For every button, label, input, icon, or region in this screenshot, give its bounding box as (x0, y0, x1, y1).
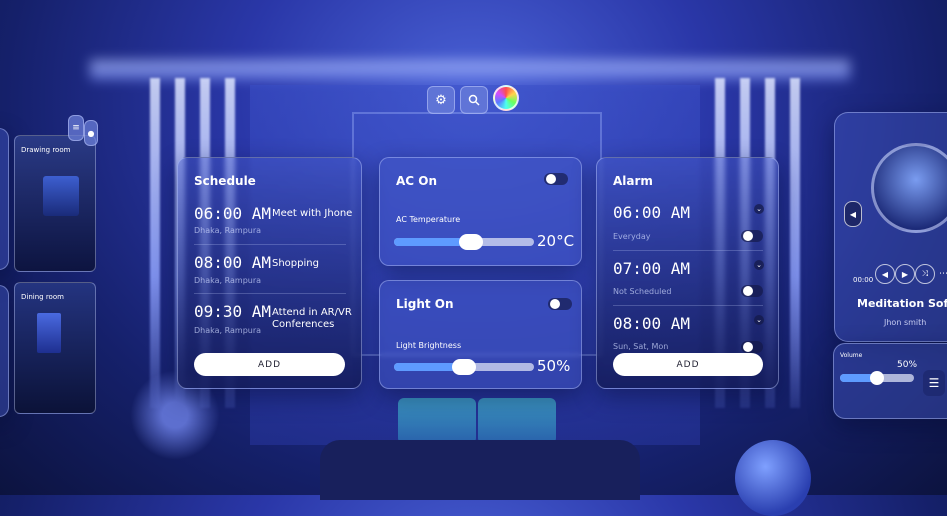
room-thumbnail[interactable]: Dining room (14, 282, 96, 414)
alarm-repeat: Not Scheduled (613, 287, 672, 296)
thumbnail-window (43, 176, 79, 216)
decor-sphere (735, 440, 811, 516)
track-title: Meditation Soft Music (857, 297, 947, 310)
schedule-time: 06:00 AM (194, 204, 272, 223)
divider (613, 250, 763, 251)
alarm-repeat: Sun, Sat, Mon (613, 342, 669, 351)
music-player-panel: ◀ 00:00 ◀ ▶ ⤨ ⋯ Meditation Soft Music Jh… (834, 112, 947, 342)
chevron-down-icon[interactable]: ⌄ (754, 315, 764, 325)
alarm-panel: Alarm 06:00 AM ⌄ Everyday 07:00 AM ⌄ Not… (596, 157, 779, 389)
volume-panel: Volume 50% ☰ (833, 343, 947, 419)
alarm-title: Alarm (613, 174, 653, 188)
play-icon[interactable]: ▶ (895, 264, 915, 284)
slider-knob[interactable] (459, 234, 483, 250)
album-art (871, 143, 947, 233)
divider (194, 244, 346, 245)
slider-knob[interactable] (870, 371, 884, 385)
color-wheel-icon[interactable] (493, 85, 519, 111)
more-icon[interactable]: ⋯ (939, 269, 947, 279)
settings-button[interactable]: ⚙ (427, 86, 455, 114)
previous-arrow-icon[interactable]: ◀ (844, 201, 862, 227)
left-edge-panel (0, 128, 9, 270)
light-title: Light On (396, 297, 454, 311)
alarm-time: 06:00 AM (613, 203, 691, 222)
alarm-toggle[interactable] (741, 341, 763, 353)
light-panel: Light On Light Brightness 50% (379, 280, 582, 389)
light-column (150, 78, 160, 408)
ac-value: 20°C (537, 232, 575, 250)
volume-slider[interactable] (840, 371, 914, 385)
alarm-time: 08:00 AM (613, 314, 691, 333)
light-value: 50% (537, 357, 571, 375)
light-brightness-slider[interactable] (394, 359, 534, 375)
chevron-down-icon[interactable]: ⌄ (754, 204, 764, 214)
ac-panel: AC On AC Temperature 20°C (379, 157, 582, 266)
dot-icon: ● (87, 128, 95, 138)
schedule-location: Dhaka, Rampura (194, 226, 262, 235)
rewind-icon[interactable]: ◀ (875, 264, 895, 284)
light-slider-label: Light Brightness (396, 341, 462, 350)
schedule-event: Meet with Jhone (272, 208, 353, 219)
alarm-time: 07:00 AM (613, 259, 691, 278)
search-button[interactable] (460, 86, 488, 114)
schedule-add-button[interactable]: ADD (194, 353, 345, 376)
light-column (790, 78, 800, 408)
divider (613, 305, 763, 306)
schedule-time: 08:00 AM (194, 253, 272, 272)
schedule-time: 09:30 AM (194, 302, 272, 321)
room-label: Dining room (21, 293, 64, 301)
pillow (398, 398, 476, 444)
alarm-repeat: Everyday (613, 232, 651, 241)
gear-icon: ⚙ (435, 92, 447, 108)
thumbnail-window (37, 313, 61, 353)
divider (194, 293, 346, 294)
room-label: Drawing room (21, 146, 71, 154)
schedule-location: Dhaka, Rampura (194, 276, 262, 285)
schedule-panel: Schedule 06:00 AM Dhaka, Rampura Meet wi… (177, 157, 362, 389)
menu-button[interactable]: ≡ (68, 115, 84, 141)
alarm-add-button[interactable]: ADD (613, 353, 763, 376)
schedule-title: Schedule (194, 174, 256, 188)
bed (320, 440, 640, 500)
schedule-event: Attend in AR/VR Conferences (272, 307, 352, 330)
search-icon (468, 94, 480, 106)
ac-toggle[interactable] (544, 173, 568, 185)
playlist-button[interactable]: ☰ (923, 370, 945, 396)
schedule-event: Shopping (272, 258, 319, 269)
light-toggle[interactable] (548, 298, 572, 310)
menu-icon: ≡ (72, 123, 80, 133)
ac-slider-label: AC Temperature (396, 215, 461, 224)
alarm-toggle[interactable] (741, 285, 763, 297)
volume-label: Volume (840, 352, 863, 359)
chevron-down-icon[interactable]: ⌄ (754, 260, 764, 270)
pillow (478, 398, 556, 444)
alarm-toggle[interactable] (741, 230, 763, 242)
slider-knob[interactable] (452, 359, 476, 375)
more-button[interactable]: ● (84, 120, 98, 146)
ceiling-light (90, 60, 850, 80)
volume-value: 50% (897, 360, 918, 370)
schedule-location: Dhaka, Rampura (194, 326, 262, 335)
shuffle-icon[interactable]: ⤨ (915, 264, 935, 284)
room-thumbnail[interactable]: Drawing room (14, 135, 96, 272)
ac-temperature-slider[interactable] (394, 234, 534, 250)
track-elapsed: 00:00 (853, 276, 874, 284)
ac-title: AC On (396, 174, 438, 188)
track-artist: Jhon smith (884, 318, 927, 327)
left-edge-panel (0, 285, 9, 417)
list-icon: ☰ (928, 376, 940, 390)
